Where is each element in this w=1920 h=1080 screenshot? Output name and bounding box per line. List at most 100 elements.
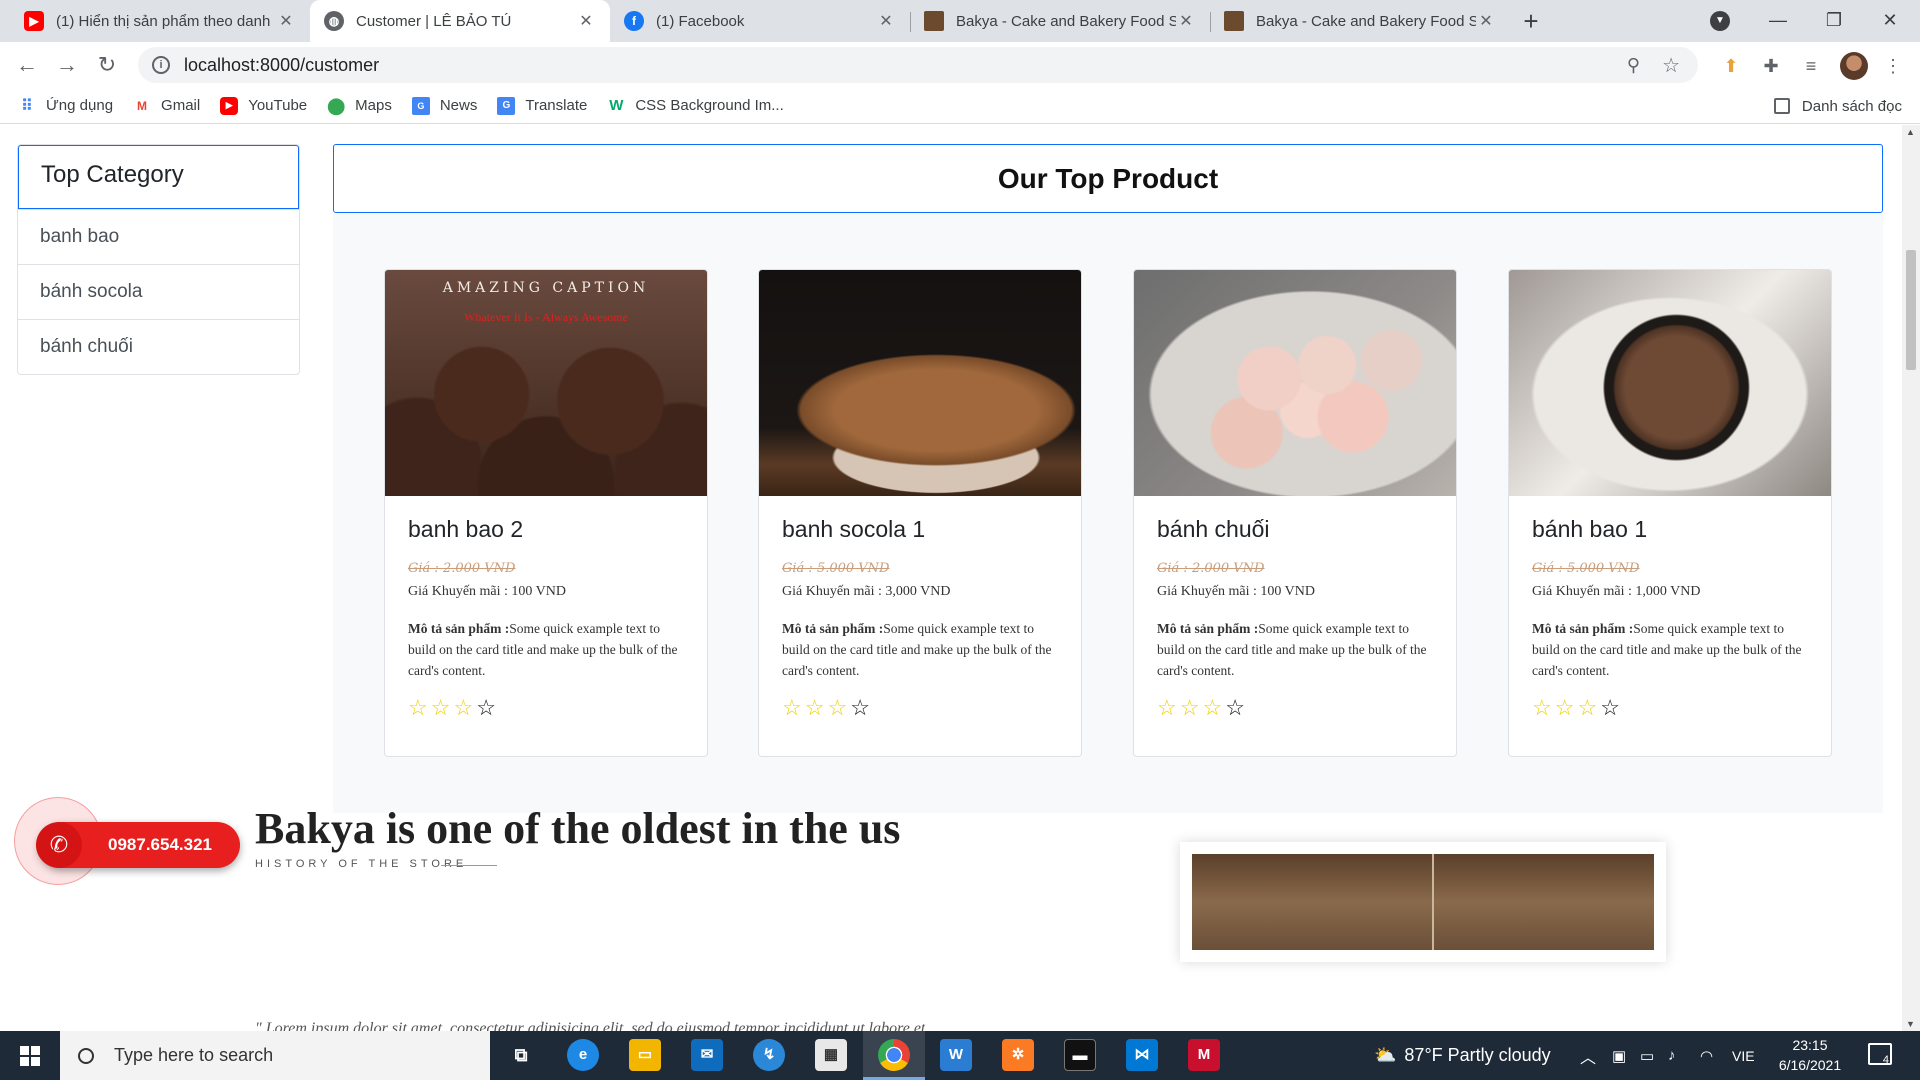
bookmark-gmail[interactable]: M Gmail bbox=[133, 97, 200, 115]
bookmark-css-background[interactable]: W CSS Background Im... bbox=[607, 97, 784, 115]
edge-icon[interactable]: e bbox=[567, 1039, 599, 1071]
product-name[interactable]: bánh bao 1 bbox=[1532, 516, 1808, 543]
bookmark-translate[interactable]: G Translate bbox=[497, 96, 587, 115]
close-icon[interactable]: ✕ bbox=[576, 11, 596, 31]
start-button[interactable] bbox=[0, 1031, 60, 1080]
mail-icon[interactable]: ✉ bbox=[691, 1039, 723, 1071]
app-icon[interactable]: ▦ bbox=[815, 1039, 847, 1071]
product-image-bread[interactable] bbox=[759, 270, 1081, 496]
star-empty-icon[interactable]: ☆ bbox=[476, 695, 499, 720]
scroll-down-icon[interactable]: ▼ bbox=[1906, 1019, 1915, 1029]
battery-icon[interactable]: ▭ bbox=[1640, 1031, 1654, 1080]
profile-avatar[interactable] bbox=[1840, 52, 1868, 80]
star-filled-icon[interactable]: ☆ bbox=[1180, 695, 1203, 720]
product-image-macaron[interactable] bbox=[1134, 270, 1456, 496]
product-card[interactable]: bánh chuối Giá : 2.000 VND Giá Khuyến mã… bbox=[1133, 269, 1457, 757]
bookmark-youtube[interactable]: ▶ YouTube bbox=[220, 96, 307, 115]
reload-icon[interactable]: ↻ bbox=[92, 50, 122, 80]
tab-bakya-1[interactable]: Bakya - Cake and Bakery Food St ✕ bbox=[910, 0, 1210, 42]
weather-widget[interactable]: ⛅ 87°F Partly cloudy bbox=[1374, 1031, 1551, 1080]
close-icon[interactable]: ✕ bbox=[276, 11, 296, 31]
close-icon[interactable]: ✕ bbox=[876, 11, 896, 31]
file-explorer-icon[interactable]: ▭ bbox=[629, 1039, 661, 1071]
tray-overflow-icon[interactable]: ︿ bbox=[1580, 1031, 1596, 1080]
star-filled-icon[interactable]: ☆ bbox=[1202, 695, 1225, 720]
wifi-icon[interactable]: ◠ bbox=[1700, 1031, 1713, 1080]
vscode-icon[interactable]: ⋈ bbox=[1126, 1039, 1158, 1071]
category-item[interactable]: banh bao bbox=[18, 209, 299, 264]
media-control-icon[interactable]: ≡ bbox=[1798, 53, 1824, 79]
star-filled-icon[interactable]: ☆ bbox=[1577, 695, 1600, 720]
site-info-icon[interactable]: i bbox=[152, 56, 170, 74]
phone-icon[interactable]: ✆ bbox=[36, 822, 82, 868]
window-close-icon[interactable]: ✕ bbox=[1862, 0, 1918, 42]
close-icon[interactable]: ✕ bbox=[1476, 11, 1496, 31]
bookmark-apps[interactable]: ⠿ Ứng dụng bbox=[18, 97, 113, 115]
tab-bakya-2[interactable]: Bakya - Cake and Bakery Food St ✕ bbox=[1210, 0, 1510, 42]
star-filled-icon[interactable]: ☆ bbox=[408, 695, 431, 720]
tab-search-icon[interactable]: ▼ bbox=[1710, 11, 1730, 31]
scrollbar-thumb[interactable] bbox=[1906, 250, 1916, 370]
page-scrollbar[interactable]: ▲ ▼ bbox=[1902, 125, 1920, 1031]
product-card[interactable]: bánh bao 1 Giá : 5.000 VND Giá Khuyến mã… bbox=[1508, 269, 1832, 757]
terminal-icon[interactable]: ▬ bbox=[1064, 1039, 1096, 1071]
forward-icon[interactable]: → bbox=[52, 50, 82, 80]
bookmark-maps[interactable]: ⬤ Maps bbox=[327, 97, 392, 115]
new-tab-button[interactable]: + bbox=[1516, 6, 1546, 36]
category-item[interactable]: bánh socola bbox=[18, 264, 299, 319]
star-filled-icon[interactable]: ☆ bbox=[805, 695, 828, 720]
restore-icon[interactable]: ❐ bbox=[1806, 0, 1862, 42]
notifications-icon[interactable]: 4 bbox=[1868, 1043, 1892, 1066]
reading-list-button[interactable]: Danh sách đọc bbox=[1773, 88, 1902, 124]
star-filled-icon[interactable]: ☆ bbox=[827, 695, 850, 720]
taskbar-search[interactable]: Type here to search bbox=[60, 1031, 490, 1080]
rating-stars[interactable]: ☆☆☆☆ bbox=[1532, 695, 1808, 721]
star-filled-icon[interactable]: ☆ bbox=[1157, 695, 1180, 720]
url-text[interactable]: localhost:8000/customer bbox=[184, 55, 1627, 76]
tab-youtube[interactable]: ▶ (1) Hiển thị sản phẩm theo danh ✕ bbox=[10, 0, 310, 42]
chrome-icon[interactable] bbox=[878, 1039, 910, 1071]
volume-icon[interactable]: ♪ bbox=[1668, 1031, 1676, 1080]
extensions-puzzle-icon[interactable]: ✚ bbox=[1758, 53, 1784, 79]
product-description: Mô tả sản phẩm :Some quick example text … bbox=[408, 618, 684, 681]
tab-facebook[interactable]: f (1) Facebook ✕ bbox=[610, 0, 910, 42]
star-empty-icon[interactable]: ☆ bbox=[850, 695, 873, 720]
mcafee-icon[interactable]: M bbox=[1188, 1039, 1220, 1071]
close-icon[interactable]: ✕ bbox=[1176, 11, 1196, 31]
star-filled-icon[interactable]: ☆ bbox=[1555, 695, 1578, 720]
meet-now-icon[interactable]: ▣ bbox=[1612, 1031, 1626, 1080]
language-indicator[interactable]: VIE bbox=[1732, 1031, 1755, 1080]
product-card[interactable]: AMAZING CAPTION Whatever It Is - Always … bbox=[384, 269, 708, 757]
star-filled-icon[interactable]: ☆ bbox=[782, 695, 805, 720]
star-filled-icon[interactable]: ☆ bbox=[431, 695, 454, 720]
xampp-icon[interactable]: ✲ bbox=[1002, 1039, 1034, 1071]
word-icon[interactable]: W bbox=[940, 1039, 972, 1071]
star-empty-icon[interactable]: ☆ bbox=[1600, 695, 1623, 720]
star-empty-icon[interactable]: ☆ bbox=[1225, 695, 1248, 720]
network-app-icon[interactable]: ↯ bbox=[753, 1039, 785, 1071]
star-filled-icon[interactable]: ☆ bbox=[453, 695, 476, 720]
address-bar[interactable]: i localhost:8000/customer ⚲ ☆ bbox=[138, 47, 1698, 83]
system-clock[interactable]: 23:15 6/16/2021 bbox=[1760, 1035, 1860, 1075]
minimize-icon[interactable]: — bbox=[1750, 0, 1806, 42]
rating-stars[interactable]: ☆☆☆☆ bbox=[408, 695, 684, 721]
product-name[interactable]: banh bao 2 bbox=[408, 516, 684, 543]
menu-kebab-icon[interactable]: ⋮ bbox=[1880, 53, 1906, 79]
rating-stars[interactable]: ☆☆☆☆ bbox=[782, 695, 1058, 721]
product-card[interactable]: banh socola 1 Giá : 5.000 VND Giá Khuyến… bbox=[758, 269, 1082, 757]
back-icon[interactable]: ← bbox=[12, 50, 42, 80]
tab-customer[interactable]: ◍ Customer | LÊ BẢO TÚ ✕ bbox=[310, 0, 610, 42]
category-item[interactable]: bánh chuối bbox=[18, 319, 299, 374]
extension-icon[interactable]: ⬆ bbox=[1718, 53, 1744, 79]
rating-stars[interactable]: ☆☆☆☆ bbox=[1157, 695, 1433, 721]
zoom-icon[interactable]: ⚲ bbox=[1627, 55, 1640, 76]
scroll-up-icon[interactable]: ▲ bbox=[1906, 127, 1915, 137]
product-image-muffin[interactable]: AMAZING CAPTION Whatever It Is - Always … bbox=[385, 270, 707, 496]
product-name[interactable]: banh socola 1 bbox=[782, 516, 1058, 543]
product-name[interactable]: bánh chuối bbox=[1157, 516, 1433, 543]
star-filled-icon[interactable]: ☆ bbox=[1532, 695, 1555, 720]
bookmark-star-icon[interactable]: ☆ bbox=[1662, 53, 1680, 78]
task-view-icon[interactable]: ⧉ bbox=[505, 1039, 537, 1071]
bookmark-news[interactable]: G News bbox=[411, 96, 477, 115]
product-image-round-bread[interactable] bbox=[1509, 270, 1831, 496]
